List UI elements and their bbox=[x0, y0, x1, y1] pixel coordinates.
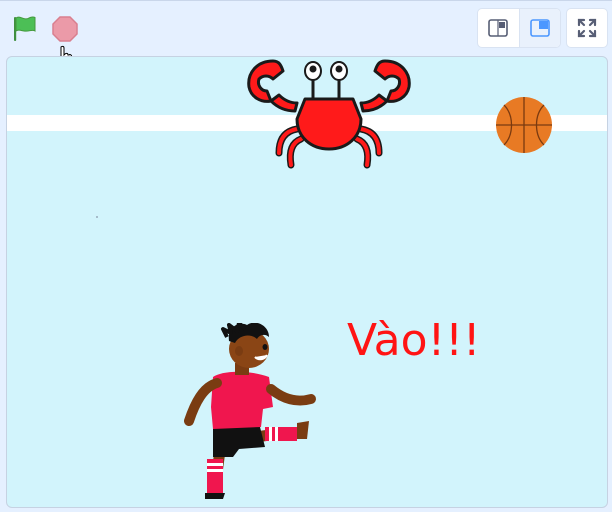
stage-dot bbox=[96, 216, 98, 218]
basketball-sprite[interactable] bbox=[494, 95, 554, 155]
normal-stage-button[interactable] bbox=[518, 9, 560, 47]
stop-icon bbox=[52, 16, 78, 42]
small-stage-icon bbox=[488, 19, 509, 37]
small-stage-button[interactable] bbox=[478, 9, 519, 47]
green-flag-button[interactable] bbox=[8, 12, 42, 46]
stop-button[interactable] bbox=[48, 12, 82, 46]
header-divider bbox=[0, 0, 612, 1]
fullscreen-icon bbox=[577, 18, 597, 38]
normal-stage-icon bbox=[529, 19, 550, 37]
player-sprite[interactable] bbox=[173, 323, 323, 499]
fullscreen-button[interactable] bbox=[566, 8, 608, 48]
crab-sprite[interactable] bbox=[243, 57, 415, 175]
stage-size-toggle bbox=[477, 8, 561, 48]
speech-text: Vào!!! bbox=[347, 315, 481, 366]
green-flag-icon bbox=[14, 16, 36, 41]
stage-header bbox=[0, 0, 612, 68]
stage-canvas[interactable]: Vào!!! bbox=[6, 56, 608, 508]
